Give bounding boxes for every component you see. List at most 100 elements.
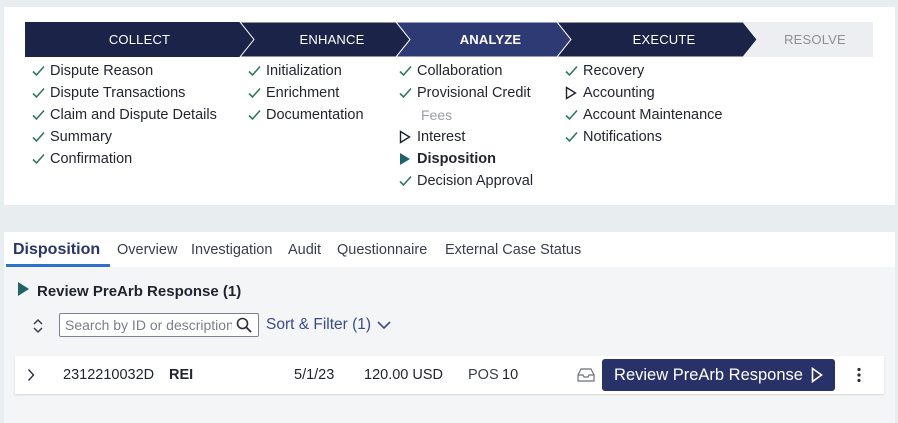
section-title: Review PreArb Response (1) <box>37 282 242 300</box>
inbox-icon[interactable] <box>577 356 595 394</box>
tab-external-case-status[interactable]: External Case Status <box>445 232 581 267</box>
steps-enhance: Initialization Enrichment Documentation <box>248 60 364 126</box>
tab-content: Review PreArb Response (1) Sort & Filter… <box>4 267 895 423</box>
steps-analyze: Collaboration Provisional Credit Fees In… <box>399 60 533 192</box>
outline-play-icon <box>565 86 583 100</box>
step-label: Disposition <box>417 151 496 167</box>
step-item[interactable]: Disposition <box>399 148 533 170</box>
search-input[interactable] <box>60 314 232 336</box>
step-item[interactable]: Confirmation <box>32 148 217 170</box>
section-header[interactable]: Review PreArb Response (1) <box>18 282 241 300</box>
chevron-right-icon[interactable] <box>27 356 35 394</box>
step-label: Dispute Transactions <box>50 85 186 101</box>
check-icon <box>565 65 583 77</box>
step-label: Enrichment <box>266 85 340 101</box>
step-label: Account Maintenance <box>583 107 723 123</box>
step-item[interactable]: Decision Approval <box>399 170 533 192</box>
tab-disposition[interactable]: Disposition <box>13 232 100 267</box>
search-icon[interactable] <box>236 317 252 338</box>
step-item[interactable]: Account Maintenance <box>565 104 722 126</box>
step-label: Decision Approval <box>417 173 534 189</box>
case-amount: 120.00 USD <box>364 367 443 383</box>
case-type: POS <box>468 367 499 383</box>
step-label: Documentation <box>266 107 364 123</box>
review-prearb-response-button[interactable]: Review PreArb Response <box>602 359 835 391</box>
step-item[interactable]: Enrichment <box>248 82 364 104</box>
step-label: Confirmation <box>50 151 133 167</box>
sort-filter-label: Sort & Filter (1) <box>266 316 372 333</box>
stage-execute[interactable]: EXECUTE <box>571 22 757 57</box>
stage-label: ENHANCE <box>299 32 365 47</box>
step-label: Initialization <box>266 63 342 79</box>
check-icon <box>399 175 417 187</box>
check-icon <box>565 109 583 121</box>
check-icon <box>248 109 266 121</box>
check-icon <box>399 87 417 99</box>
stage-chevrons: COLLECT ENHANCE ANALYZE EXECUTE RESOLVE <box>25 22 873 57</box>
stage-resolve[interactable]: RESOLVE <box>757 22 873 57</box>
stage-label: EXECUTE <box>632 32 696 47</box>
check-icon <box>248 65 266 77</box>
case-id: 2312210032D <box>63 367 155 383</box>
step-label: Interest <box>417 129 466 145</box>
tab-overview[interactable]: Overview <box>117 232 177 267</box>
step-label: Fees <box>421 107 453 123</box>
step-item[interactable]: Initialization <box>248 60 364 82</box>
check-icon <box>32 65 50 77</box>
step-label: Dispute Reason <box>50 63 154 79</box>
case-number: 10 <box>502 367 519 383</box>
check-icon <box>399 65 417 77</box>
step-label: Summary <box>50 129 113 145</box>
step-label: Accounting <box>583 85 655 101</box>
stage-analyze[interactable]: ANALYZE <box>410 22 571 57</box>
case-detail-panel: Disposition Overview Investigation Audit… <box>4 232 895 423</box>
outline-play-icon <box>399 130 417 144</box>
step-item[interactable]: Claim and Dispute Details <box>32 104 217 126</box>
step-label: Recovery <box>583 63 645 79</box>
steps-execute: Recovery Accounting Account Maintenance … <box>565 60 722 148</box>
step-item[interactable]: Recovery <box>565 60 722 82</box>
tab-investigation[interactable]: Investigation <box>191 232 272 267</box>
check-icon <box>248 87 266 99</box>
check-icon <box>32 87 50 99</box>
tab-audit[interactable]: Audit <box>288 232 321 267</box>
case-stage-panel: COLLECT ENHANCE ANALYZE EXECUTE RESOLVE … <box>4 7 895 205</box>
tab-bar: Disposition Overview Investigation Audit… <box>4 232 895 267</box>
sort-arrows-icon[interactable] <box>31 318 45 334</box>
case-date: 5/1/23 <box>294 367 335 383</box>
case-code: REI <box>169 367 194 383</box>
work-item-row[interactable]: 2312210032D REI 5/1/23 120.00 USD POS 10… <box>15 356 884 394</box>
step-item[interactable]: Dispute Reason <box>32 60 217 82</box>
tab-questionnaire[interactable]: Questionnaire <box>337 232 427 267</box>
action-label: Review PreArb Response <box>614 365 803 384</box>
step-item[interactable]: Notifications <box>565 126 722 148</box>
step-item[interactable]: Summary <box>32 126 217 148</box>
step-item[interactable]: Provisional Credit <box>399 82 533 104</box>
step-item[interactable]: Collaboration <box>399 60 533 82</box>
stage-collect[interactable]: COLLECT <box>25 22 254 57</box>
step-label: Notifications <box>583 129 662 145</box>
check-icon <box>32 153 50 165</box>
step-item[interactable]: Dispute Transactions <box>32 82 217 104</box>
sort-filter-button[interactable]: Sort & Filter (1) <box>266 313 391 337</box>
stage-label: ANALYZE <box>459 32 522 47</box>
step-label: Claim and Dispute Details <box>50 107 217 123</box>
stage-enhance[interactable]: ENHANCE <box>254 22 410 57</box>
search-box <box>59 313 259 337</box>
step-item[interactable]: Interest <box>399 126 533 148</box>
step-item: Fees <box>399 104 533 126</box>
stage-label: COLLECT <box>108 32 171 47</box>
play-icon <box>811 367 823 383</box>
step-label: Collaboration <box>417 63 503 79</box>
check-icon <box>32 109 50 121</box>
step-item[interactable]: Documentation <box>248 104 364 126</box>
check-icon <box>32 131 50 143</box>
step-item[interactable]: Accounting <box>565 82 722 104</box>
collapse-triangle-icon <box>18 282 29 300</box>
filled-play-icon <box>399 152 417 166</box>
stage-label: RESOLVE <box>784 32 846 47</box>
steps-collect: Dispute Reason Dispute Transactions Clai… <box>32 60 217 170</box>
chevron-down-icon <box>377 320 391 329</box>
more-vertical-icon[interactable] <box>857 356 861 394</box>
check-icon <box>565 131 583 143</box>
